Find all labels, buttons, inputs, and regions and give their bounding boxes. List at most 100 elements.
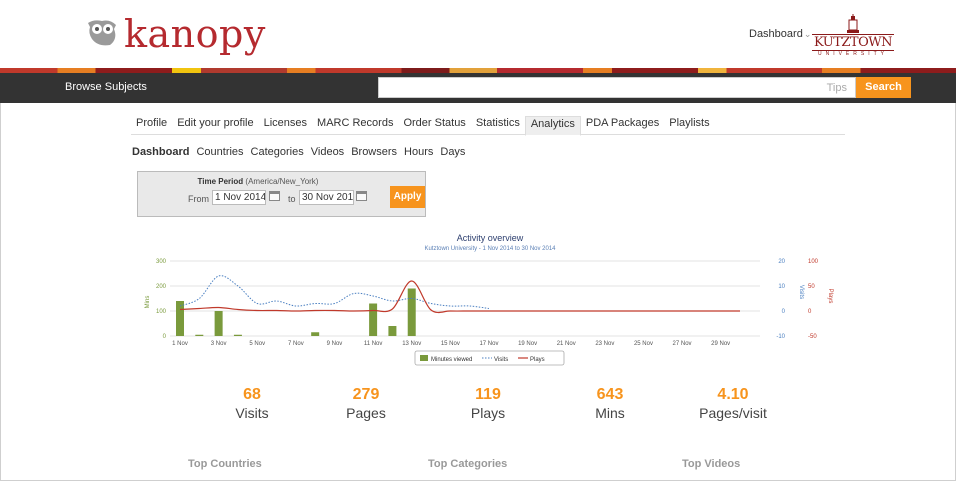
tab-pda-packages[interactable]: PDA Packages [581, 116, 664, 135]
tab-edit-profile[interactable]: Edit your profile [172, 116, 258, 135]
subtab-days[interactable]: Days [440, 146, 465, 158]
bar [369, 303, 378, 336]
right-axis-title: Visits [798, 285, 804, 299]
search-button[interactable]: Search [856, 77, 911, 98]
bar [233, 334, 242, 336]
legend-swatch-minutes [420, 355, 428, 361]
tab-order-status[interactable]: Order Status [398, 116, 470, 135]
activity-chart-svg: Activity overview Kutztown University - 1… [145, 233, 833, 366]
stat-value: 68 [243, 386, 261, 403]
subtab-videos[interactable]: Videos [311, 146, 344, 158]
stat-value: 279 [352, 386, 380, 403]
to-date-input[interactable]: 30 Nov 201 [299, 190, 354, 205]
stat-visits: 68 Visits [192, 386, 312, 422]
x-tick-label: 23 Nov [595, 341, 614, 347]
time-period-panel: Time Period (America/New_York) From 1 No… [137, 171, 426, 217]
stat-label: Visits [235, 405, 269, 421]
tab-marc-records[interactable]: MARC Records [312, 116, 398, 135]
stat-label: Pages/visit [699, 405, 767, 421]
stat-pages: 279 Pages [306, 386, 426, 422]
right2-tick-label: -50 [808, 334, 817, 340]
legend-label: Plays [530, 357, 545, 363]
tab-analytics[interactable]: Analytics [524, 116, 581, 136]
x-tick-label: 17 Nov [479, 341, 498, 347]
stat-value: 643 [596, 386, 624, 403]
stat-label: Mins [595, 405, 625, 421]
top-categories-heading: Top Categories [428, 458, 508, 470]
x-tick-label: 7 Nov [288, 341, 304, 347]
stat-value: 119 [475, 386, 501, 403]
top-videos-heading: Top Videos [682, 458, 741, 470]
stat-label: Plays [470, 405, 506, 421]
right2-tick-label: 0 [808, 309, 812, 315]
bar [311, 332, 320, 336]
subtab-categories[interactable]: Categories [251, 146, 304, 158]
stat-pages-per-visit: 4.10 Pages/visit [673, 386, 793, 422]
activity-chart: Activity overview Kutztown University - 1… [137, 232, 837, 372]
apply-button[interactable]: Apply [390, 186, 425, 208]
site-header: kanopy Dashboard⌄ KUTZTOWN UNIVERSITY [0, 0, 956, 68]
top-countries-heading: Top Countries [188, 458, 262, 470]
kanopy-logo[interactable]: kanopy [84, 14, 266, 54]
search-input[interactable]: Tips [378, 77, 856, 98]
time-period-title: Time Period (America/New_York) [138, 177, 378, 186]
legend-label: Visits [494, 357, 508, 363]
x-tick-label: 27 Nov [673, 341, 692, 347]
bar [407, 288, 416, 336]
institution-logo: KUTZTOWN UNIVERSITY [812, 14, 894, 58]
institution-name: KUTZTOWN [812, 34, 894, 51]
x-tick-label: 13 Nov [402, 341, 421, 347]
left-axis-title: Mins [145, 296, 151, 309]
browse-subjects-link[interactable]: Browse Subjects [65, 81, 147, 93]
x-tick-label: 29 Nov [711, 341, 730, 347]
left-tick-label: 200 [156, 284, 167, 290]
stat-label: Pages [346, 405, 386, 421]
subtab-countries[interactable]: Countries [196, 146, 243, 158]
x-tick-label: 15 Nov [441, 341, 460, 347]
calendar-icon[interactable] [356, 191, 367, 201]
logo-text: kanopy [124, 12, 266, 56]
x-tick-label: 1 Nov [172, 341, 188, 347]
chart-title: Activity overview [457, 233, 524, 243]
right-tick-label: 0 [782, 309, 786, 315]
account-tabs: Profile Edit your profile Licenses MARC … [131, 116, 845, 136]
bar [388, 326, 397, 336]
tab-profile[interactable]: Profile [131, 116, 172, 135]
analytics-subtabs: Dashboard Countries Categories Videos Br… [132, 146, 472, 158]
subtab-browsers[interactable]: Browsers [351, 146, 397, 158]
right2-tick-label: 100 [808, 259, 819, 265]
dashboard-menu[interactable]: Dashboard⌄ [749, 28, 811, 40]
x-tick-label: 25 Nov [634, 341, 653, 347]
x-tick-label: 19 Nov [518, 341, 537, 347]
tab-licenses[interactable]: Licenses [259, 116, 312, 135]
institution-sub: UNIVERSITY [817, 51, 888, 57]
tower-icon [847, 14, 859, 33]
left-tick-label: 100 [156, 309, 167, 315]
left-tick-label: 300 [156, 259, 167, 265]
x-tick-label: 21 Nov [557, 341, 576, 347]
legend-label: Minutes viewed [431, 357, 472, 363]
to-label: to [288, 194, 296, 204]
navbar: Browse Subjects Tips Search [0, 73, 956, 103]
owl-icon [88, 20, 116, 46]
stat-mins: 643 Mins [550, 386, 670, 422]
subtab-dashboard[interactable]: Dashboard [132, 146, 189, 158]
bar [195, 334, 204, 336]
right-tick-label: 20 [778, 259, 785, 265]
from-label: From [188, 194, 209, 204]
stat-plays: 119 Plays [428, 386, 548, 422]
left-tick-label: 0 [163, 334, 167, 340]
right-tick-label: 10 [778, 284, 785, 290]
tips-link[interactable]: Tips [827, 82, 847, 94]
subtab-hours[interactable]: Hours [404, 146, 433, 158]
right2-axis-title: Plays [827, 289, 833, 304]
right-tick-label: -10 [776, 334, 785, 340]
calendar-icon[interactable] [269, 191, 280, 201]
bar [176, 301, 184, 336]
tab-statistics[interactable]: Statistics [471, 116, 525, 135]
from-date-input[interactable]: 1 Nov 2014 [212, 190, 266, 205]
chevron-down-icon: ⌄ [803, 29, 812, 39]
chart-subtitle: Kutztown University - 1 Nov 2014 to 30 N… [424, 246, 556, 252]
tab-playlists[interactable]: Playlists [664, 116, 714, 135]
time-period-label: Time Period [197, 177, 244, 186]
